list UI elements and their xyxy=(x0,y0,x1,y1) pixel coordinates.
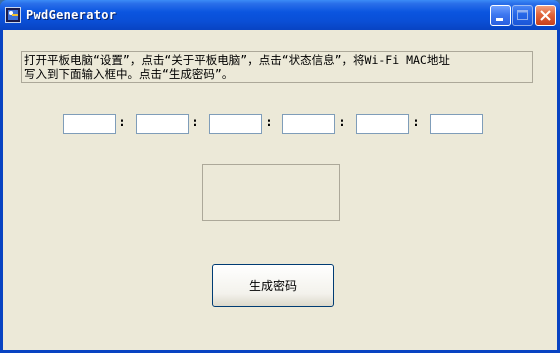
minimize-button[interactable] xyxy=(490,5,511,26)
mac-field-2[interactable] xyxy=(136,114,189,134)
instruction-text: 打开平板电脑“设置”，点击“关于平板电脑”，点击“状态信息”，将Wi-Fi MA… xyxy=(21,51,533,83)
window-title: PwdGenerator xyxy=(26,8,117,22)
mac-separator: : xyxy=(338,115,346,129)
close-icon xyxy=(540,10,551,21)
close-button[interactable] xyxy=(535,5,556,26)
mac-field-1[interactable] xyxy=(63,114,116,134)
app-window: PwdGenerator 打开平板电脑“设置”，点击“关于平板电脑”，点击“状态… xyxy=(0,0,560,353)
password-result-box xyxy=(202,164,340,221)
mac-field-3[interactable] xyxy=(209,114,262,134)
mac-separator: : xyxy=(191,115,199,129)
mac-field-5[interactable] xyxy=(356,114,409,134)
mac-separator: : xyxy=(118,115,126,129)
maximize-button[interactable] xyxy=(512,5,533,26)
minimize-icon xyxy=(496,18,503,21)
mac-separator: : xyxy=(265,115,273,129)
mac-field-4[interactable] xyxy=(282,114,335,134)
mac-separator: : xyxy=(412,115,420,129)
generate-password-button[interactable]: 生成密码 xyxy=(212,264,334,307)
title-bar[interactable]: PwdGenerator xyxy=(0,0,560,30)
mac-field-6[interactable] xyxy=(430,114,483,134)
app-icon xyxy=(5,7,21,23)
client-area: 打开平板电脑“设置”，点击“关于平板电脑”，点击“状态信息”，将Wi-Fi MA… xyxy=(3,30,557,350)
maximize-icon xyxy=(517,10,528,20)
